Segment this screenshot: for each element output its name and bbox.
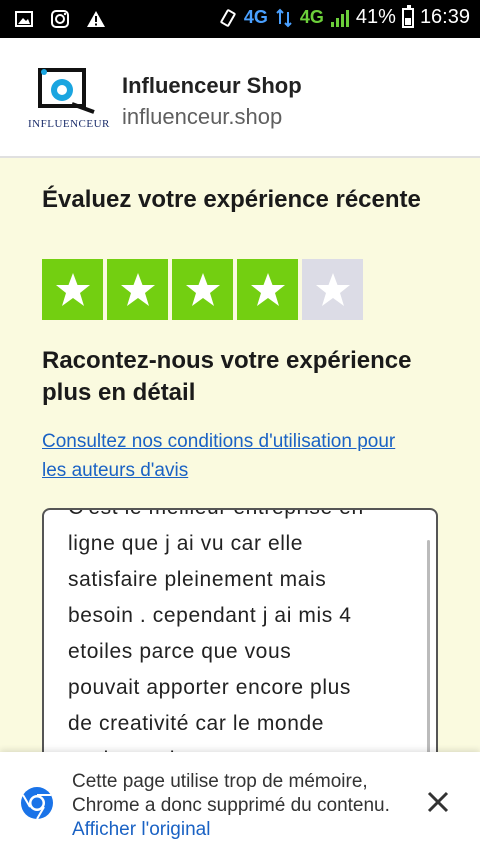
show-original-link[interactable]: Afficher l'original: [72, 819, 210, 840]
review-textarea[interactable]: C'est le meilleur entreprise en ligne qu…: [42, 508, 438, 768]
snackbar-text: Cette page utilise trop de mémoire, Chro…: [72, 770, 412, 842]
chrome-icon: [21, 787, 53, 820]
snackbar-message: Cette page utilise trop de mémoire, Chro…: [72, 771, 390, 816]
memory-snackbar: Cette page utilise trop de mémoire, Chro…: [0, 752, 480, 854]
star-icon: [250, 272, 285, 306]
star-icon: [185, 272, 220, 306]
data-transfer-icon: [276, 8, 292, 27]
status-right-icons: 4G 4G 41% 16:39: [218, 4, 470, 29]
star-rating[interactable]: [42, 259, 363, 320]
shop-name: Influenceur Shop: [122, 73, 302, 98]
status-bar: 4G 4G 41% 16:39: [0, 0, 480, 38]
star-icon: [315, 272, 350, 306]
status-left-icons: [14, 9, 106, 29]
network-type-1: 4G: [243, 7, 268, 27]
network-type-2: 4G: [299, 7, 324, 27]
guidelines-link[interactable]: Consultez nos conditions d'utilisation p…: [42, 427, 422, 485]
detail-heading: Racontez-nous votre expérience plus en d…: [42, 347, 412, 406]
shop-header: INFLUENCEUR Influenceur Shop influenceur…: [0, 38, 480, 158]
rate-heading: Évaluez votre expérience récente: [42, 186, 421, 213]
star-1[interactable]: [42, 259, 103, 320]
star-icon: [120, 272, 155, 306]
clock: 16:39: [419, 6, 470, 28]
battery-icon: [401, 4, 414, 28]
warning-icon: [87, 11, 105, 27]
close-icon[interactable]: [422, 786, 454, 818]
star-3[interactable]: [172, 259, 233, 320]
shop-url[interactable]: influenceur.shop: [122, 104, 282, 130]
star-icon: [55, 272, 90, 306]
star-2[interactable]: [107, 259, 168, 320]
signal-icon: [330, 9, 349, 27]
battery-percent: 41%: [355, 6, 396, 28]
textarea-scrollbar[interactable]: [427, 540, 430, 760]
review-text[interactable]: C'est le meilleur entreprise en ligne qu…: [68, 510, 418, 766]
star-5[interactable]: [302, 259, 363, 320]
instagram-icon: [51, 10, 69, 28]
logo-text: INFLUENCEUR: [28, 118, 110, 130]
gallery-icon: [15, 11, 33, 27]
vibrate-icon: [220, 8, 236, 27]
star-4[interactable]: [237, 259, 298, 320]
